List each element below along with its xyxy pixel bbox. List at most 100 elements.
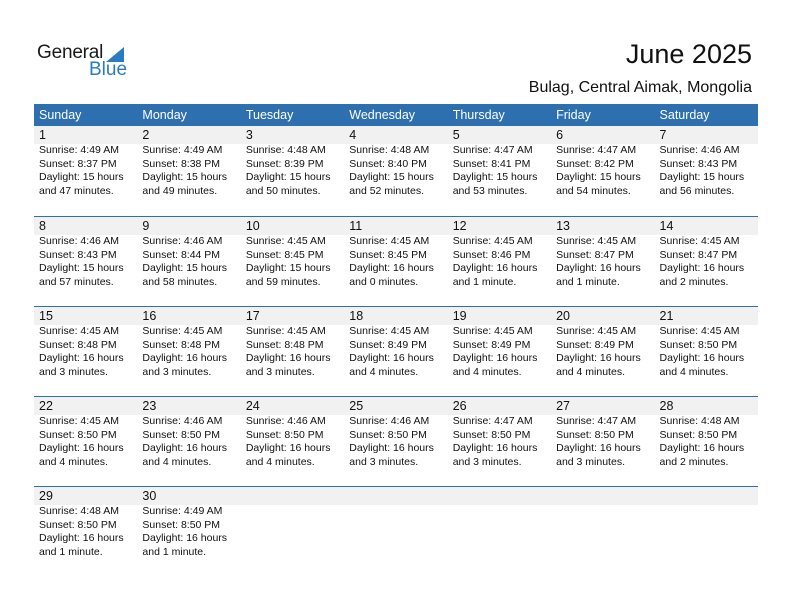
- sunrise-text: Sunrise: 4:48 AM: [659, 415, 740, 427]
- empty-day-cell: [448, 487, 551, 559]
- day-number: 1: [39, 128, 46, 142]
- sunset-text: Sunset: 8:50 PM: [556, 428, 634, 441]
- week-row: 1 Sunrise: 4:49 AM Sunset: 8:37 PM Daylight…: [34, 126, 758, 216]
- daylight-minutes-text: and 57 minutes.: [39, 275, 114, 288]
- daylight-minutes-text: and 1 minute.: [556, 275, 620, 288]
- daylight-text: Daylight: 16 hours: [349, 262, 434, 274]
- sunset-text: Sunset: 8:45 PM: [245, 248, 324, 261]
- sunrise-text: Sunrise: 4:48 AM: [39, 505, 119, 517]
- sunset-text: Sunset: 8:49 PM: [452, 338, 531, 351]
- sunset-text: Sunset: 8:50 PM: [245, 428, 324, 441]
- sunset-text: Sunset: 8:50 PM: [39, 518, 117, 531]
- daylight-minutes-text: and 52 minutes.: [349, 184, 424, 197]
- day-number: 21: [659, 309, 674, 323]
- sunrise-text: Sunrise: 4:47 AM: [556, 415, 637, 427]
- daylight-text: Daylight: 16 hours: [142, 532, 228, 544]
- daylight-text: Daylight: 15 hours: [245, 171, 331, 183]
- day-cell: 29 Sunrise: 4:48 AM Sunset: 8:50 PM Dayligh…: [34, 487, 137, 559]
- sunset-text: Sunset: 8:41 PM: [452, 157, 531, 170]
- sunset-text: Sunset: 8:50 PM: [142, 518, 221, 531]
- daylight-minutes-text: and 4 minutes.: [349, 365, 419, 378]
- week-row: 29 Sunrise: 4:48 AM Sunset: 8:50 PM Dayligh…: [34, 486, 758, 576]
- day-number: 15: [39, 309, 53, 323]
- sunset-text: Sunset: 8:38 PM: [142, 157, 221, 170]
- sunrise-text: Sunrise: 4:47 AM: [452, 415, 533, 427]
- sunset-text: Sunset: 8:50 PM: [39, 428, 117, 441]
- daylight-minutes-text: and 49 minutes.: [142, 184, 218, 197]
- sunrise-text: Sunrise: 4:48 AM: [245, 144, 326, 156]
- daylight-text: Daylight: 16 hours: [349, 352, 434, 364]
- daylight-text: Daylight: 16 hours: [556, 442, 641, 454]
- daylight-text: Daylight: 15 hours: [142, 262, 228, 274]
- daylight-minutes-text: and 3 minutes.: [39, 365, 108, 378]
- sunset-text: Sunset: 8:40 PM: [349, 157, 427, 170]
- sunrise-text: Sunrise: 4:45 AM: [245, 235, 326, 247]
- sunrise-text: Sunrise: 4:45 AM: [452, 235, 533, 247]
- location-subtitle: Bulag, Central Aimak, Mongolia: [528, 79, 752, 96]
- week-row: 22 Sunrise: 4:45 AM Sunset: 8:50 PM Dayligh…: [34, 396, 758, 486]
- day-number: 27: [556, 399, 571, 413]
- daylight-minutes-text: and 0 minutes.: [349, 275, 419, 288]
- day-number: 6: [556, 128, 564, 142]
- sunset-text: Sunset: 8:43 PM: [39, 248, 117, 261]
- day-cell: 25 Sunrise: 4:46 AM Sunset: 8:50 PM Dayligh…: [344, 397, 447, 469]
- day-number: 28: [659, 399, 674, 413]
- day-number: 14: [659, 219, 674, 233]
- daylight-text: Daylight: 16 hours: [39, 532, 124, 544]
- day-cell: 24 Sunrise: 4:46 AM Sunset: 8:50 PM Dayligh…: [241, 397, 344, 469]
- daylight-minutes-text: and 4 minutes.: [245, 455, 315, 468]
- sunrise-text: Sunrise: 4:47 AM: [452, 144, 533, 156]
- day-cell: 30 Sunrise: 4:49 AM Sunset: 8:50 PM Dayligh…: [137, 487, 240, 559]
- weekday-sunday: Sunday: [39, 108, 82, 122]
- day-number: 18: [349, 309, 364, 323]
- week-days: 29 Sunrise: 4:48 AM Sunset: 8:50 PM Dayligh…: [34, 487, 758, 559]
- sunrise-text: Sunrise: 4:45 AM: [142, 325, 223, 337]
- sunrise-text: Sunrise: 4:45 AM: [245, 325, 326, 337]
- daylight-text: Daylight: 16 hours: [659, 352, 745, 364]
- daylight-minutes-text: and 3 minutes.: [556, 455, 625, 468]
- day-number: 22: [39, 399, 53, 413]
- day-cell: 20 Sunrise: 4:45 AM Sunset: 8:49 PM Dayligh…: [551, 307, 654, 379]
- day-cell: 11 Sunrise: 4:45 AM Sunset: 8:45 PM Dayligh…: [344, 217, 447, 289]
- sunset-text: Sunset: 8:50 PM: [349, 428, 427, 441]
- empty-day-cell: [344, 487, 447, 559]
- week-row: 8 Sunrise: 4:46 AM Sunset: 8:43 PM Daylight…: [34, 216, 758, 306]
- day-number: 24: [245, 399, 260, 413]
- sunrise-text: Sunrise: 4:45 AM: [659, 325, 740, 337]
- day-cell: 26 Sunrise: 4:47 AM Sunset: 8:50 PM Dayligh…: [448, 397, 551, 469]
- daylight-text: Daylight: 16 hours: [659, 262, 745, 274]
- day-cell: 5 Sunrise: 4:47 AM Sunset: 8:41 PM Daylight…: [448, 126, 551, 198]
- daylight-text: Daylight: 16 hours: [39, 352, 124, 364]
- sunset-text: Sunset: 8:48 PM: [39, 338, 117, 351]
- sunset-text: Sunset: 8:49 PM: [349, 338, 427, 351]
- daylight-minutes-text: and 4 minutes.: [39, 455, 108, 468]
- daylight-text: Daylight: 16 hours: [245, 442, 331, 454]
- day-cell: 17 Sunrise: 4:45 AM Sunset: 8:48 PM Dayligh…: [241, 307, 344, 379]
- sunset-text: Sunset: 8:50 PM: [142, 428, 221, 441]
- daylight-text: Daylight: 16 hours: [39, 442, 124, 454]
- sunrise-text: Sunrise: 4:46 AM: [659, 144, 740, 156]
- day-cell: 4 Sunrise: 4:48 AM Sunset: 8:40 PM Daylight…: [344, 126, 447, 198]
- sunrise-text: Sunrise: 4:46 AM: [39, 235, 119, 247]
- sunrise-text: Sunrise: 4:45 AM: [556, 325, 637, 337]
- daylight-minutes-text: and 4 minutes.: [556, 365, 625, 378]
- sunrise-text: Sunrise: 4:45 AM: [39, 325, 119, 337]
- daylight-minutes-text: and 1 minute.: [39, 545, 103, 558]
- weeks-container: 1 Sunrise: 4:49 AM Sunset: 8:37 PM Daylight…: [34, 126, 758, 576]
- daylight-minutes-text: and 59 minutes.: [245, 275, 321, 288]
- day-number: 2: [142, 128, 150, 142]
- sunrise-text: Sunrise: 4:46 AM: [142, 235, 223, 247]
- daylight-text: Daylight: 15 hours: [452, 171, 538, 183]
- day-cell: 7 Sunrise: 4:46 AM Sunset: 8:43 PM Daylight…: [655, 126, 758, 198]
- day-number: 13: [556, 219, 571, 233]
- sunrise-text: Sunrise: 4:45 AM: [556, 235, 637, 247]
- daylight-minutes-text: and 3 minutes.: [245, 365, 315, 378]
- day-cell: 10 Sunrise: 4:45 AM Sunset: 8:45 PM Dayligh…: [241, 217, 344, 289]
- day-cell: 12 Sunrise: 4:45 AM Sunset: 8:46 PM Dayligh…: [448, 217, 551, 289]
- sunset-text: Sunset: 8:39 PM: [245, 157, 324, 170]
- daylight-text: Daylight: 16 hours: [452, 442, 538, 454]
- daylight-minutes-text: and 3 minutes.: [142, 365, 212, 378]
- day-cell: 13 Sunrise: 4:45 AM Sunset: 8:47 PM Dayligh…: [551, 217, 654, 289]
- sunset-text: Sunset: 8:44 PM: [142, 248, 221, 261]
- daylight-text: Daylight: 16 hours: [349, 442, 434, 454]
